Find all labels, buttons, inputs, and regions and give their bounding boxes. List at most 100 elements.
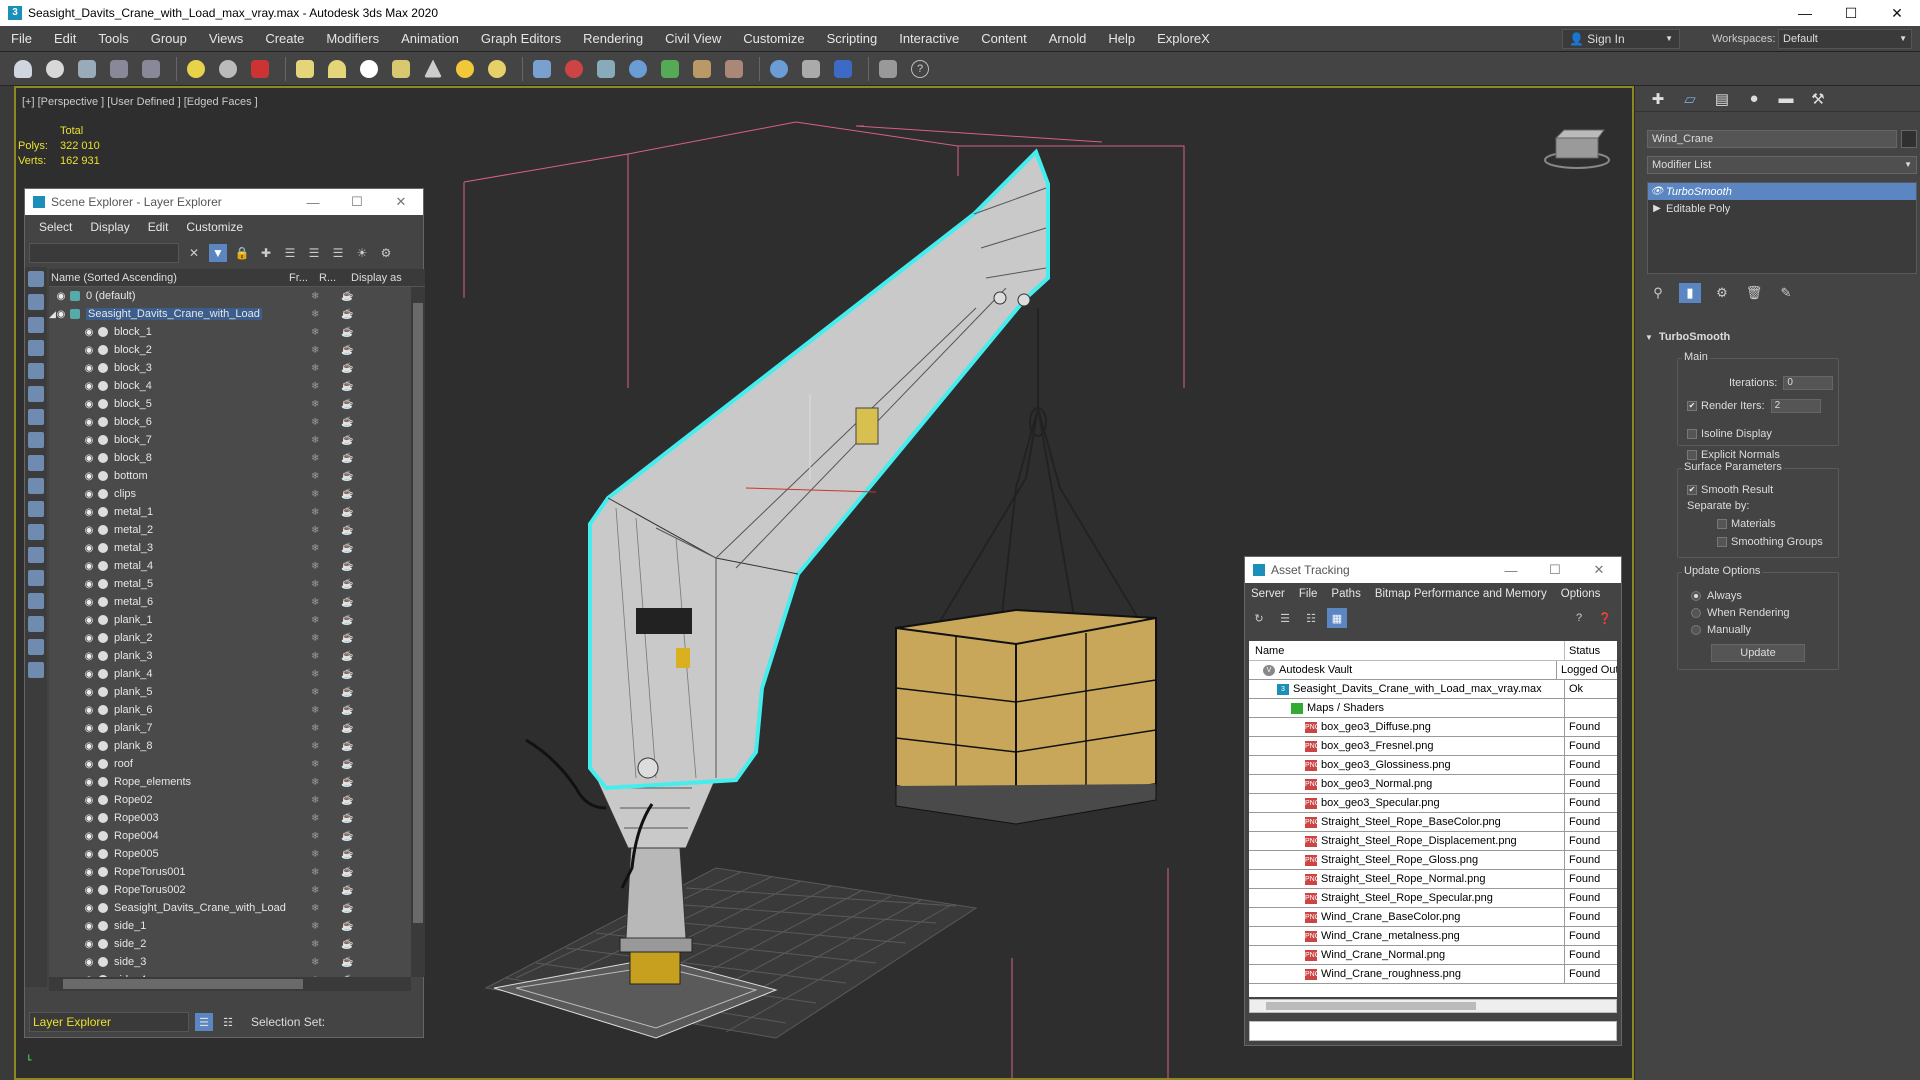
isoline-checkbox[interactable] [1687, 429, 1697, 439]
se-menu-select[interactable]: Select [39, 220, 72, 234]
close-button[interactable]: ✕ [1874, 0, 1920, 26]
table-view-icon[interactable]: ▦ [1327, 608, 1347, 628]
refresh-icon[interactable]: ↻ [1249, 608, 1269, 628]
render-teapot-icon[interactable]: ☕ [341, 759, 353, 770]
path-field[interactable] [1249, 1021, 1617, 1041]
render-teapot-icon[interactable]: ☕ [341, 687, 353, 698]
eye-icon[interactable]: ◉ [83, 903, 95, 914]
column-freeze[interactable]: Fr... [289, 272, 319, 284]
expand-arrow-icon[interactable]: ▶ [1648, 203, 1666, 214]
remove-modifier-icon[interactable]: 🗑 [1743, 283, 1765, 303]
freeze-icon[interactable]: ❄ [311, 381, 319, 392]
close-button[interactable]: ✕ [1577, 562, 1621, 578]
asset-row[interactable]: PNG box_geo3_Glossiness.png Found [1249, 755, 1617, 775]
volume-icon[interactable] [721, 56, 747, 82]
vegetation-icon[interactable] [657, 56, 683, 82]
asset-row[interactable]: 3 Seasight_Davits_Crane_with_Load_max_vra… [1249, 679, 1617, 699]
render-teapot-icon[interactable]: ☕ [341, 399, 353, 410]
layer-row[interactable]: ◉ Rope02 ❄ ☕ [49, 791, 411, 809]
display-dependents-icon[interactable] [28, 616, 44, 632]
eye-icon[interactable]: ◉ [83, 435, 95, 446]
render-teapot-icon[interactable]: ☕ [341, 453, 353, 464]
hierarchy-tab-icon[interactable]: ▤ [1709, 89, 1735, 109]
display-helpers-icon[interactable] [28, 386, 44, 402]
asset-tracking-titlebar[interactable]: Asset Tracking — ☐ ✕ [1245, 557, 1621, 583]
render-setup-icon[interactable] [106, 56, 132, 82]
eye-icon[interactable]: ◉ [83, 813, 95, 824]
workspace-dropdown[interactable]: Default ▼ [1778, 29, 1912, 49]
eye-icon[interactable]: ◉ [83, 525, 95, 536]
menu-customize[interactable]: Customize [732, 31, 815, 46]
asset-row[interactable]: PNG Wind_Crane_BaseColor.png Found [1249, 907, 1617, 927]
render-teapot-icon[interactable]: ☕ [341, 381, 353, 392]
menu-scripting[interactable]: Scripting [816, 31, 889, 46]
layer-row[interactable]: ◉ plank_2 ❄ ☕ [49, 629, 411, 647]
freeze-icon[interactable]: ❄ [311, 831, 319, 842]
minimize-button[interactable]: — [1782, 0, 1828, 26]
globe-icon[interactable] [766, 56, 792, 82]
layer-row[interactable]: ◉ Rope005 ❄ ☕ [49, 845, 411, 863]
eye-icon[interactable]: ◉ [83, 597, 95, 608]
menu-tools[interactable]: Tools [87, 31, 139, 46]
utilities-tab-icon[interactable]: ⚒ [1805, 89, 1831, 109]
menu-group[interactable]: Group [140, 31, 198, 46]
menu-graph-editors[interactable]: Graph Editors [470, 31, 572, 46]
material-editor-icon[interactable] [798, 56, 824, 82]
freeze-icon[interactable]: ❄ [311, 543, 319, 554]
render-teapot-icon[interactable]: ☕ [341, 561, 353, 572]
freeze-icon[interactable]: ❄ [311, 453, 319, 464]
layer-row[interactable]: ◉ block_3 ❄ ☕ [49, 359, 411, 377]
freeze-icon[interactable]: ❄ [311, 759, 319, 770]
layer-row[interactable]: ◉ side_1 ❄ ☕ [49, 917, 411, 935]
eye-icon[interactable]: ◉ [83, 939, 95, 950]
eye-icon[interactable]: ◉ [83, 885, 95, 896]
render-teapot-icon[interactable]: ☕ [341, 831, 353, 842]
object-color-swatch[interactable] [1901, 130, 1917, 148]
eye-icon[interactable]: ◉ [83, 867, 95, 878]
freeze-icon[interactable]: ❄ [311, 921, 319, 932]
freeze-icon[interactable]: ❄ [311, 849, 319, 860]
vray-icon[interactable] [247, 56, 273, 82]
se-menu-display[interactable]: Display [90, 220, 129, 234]
asset-row[interactable]: PNG box_geo3_Normal.png Found [1249, 774, 1617, 794]
eye-icon[interactable]: ◉ [83, 615, 95, 626]
menu-arnold[interactable]: Arnold [1038, 31, 1098, 46]
freeze-icon[interactable]: ❄ [311, 561, 319, 572]
menu-rendering[interactable]: Rendering [572, 31, 654, 46]
at-menu-server[interactable]: Server [1251, 588, 1285, 600]
render-teapot-icon[interactable]: ☕ [341, 525, 353, 536]
layer-row[interactable]: ◉ plank_7 ❄ ☕ [49, 719, 411, 737]
asset-row[interactable]: PNG Wind_Crane_metalness.png Found [1249, 926, 1617, 946]
eye-icon[interactable]: ◉ [55, 291, 67, 302]
render-teapot-icon[interactable]: ☕ [341, 921, 353, 932]
eye-icon[interactable]: ◉ [83, 651, 95, 662]
asset-row[interactable]: PNG Wind_Crane_roughness.png Found [1249, 964, 1617, 984]
make-unique-icon[interactable]: ⚙ [1711, 283, 1733, 303]
eye-icon[interactable]: ◉ [83, 723, 95, 734]
eye-icon[interactable]: ◉ [83, 831, 95, 842]
display-hidden-icon[interactable] [28, 547, 44, 563]
menu-help[interactable]: Help [1097, 31, 1146, 46]
freeze-icon[interactable]: ❄ [311, 597, 319, 608]
help-icon[interactable]: ? [907, 56, 933, 82]
freeze-icon[interactable]: ❄ [311, 867, 319, 878]
render-teapot-icon[interactable]: ☕ [341, 813, 353, 824]
render-teapot-icon[interactable]: ☕ [341, 741, 353, 752]
render-teapot-icon[interactable]: ☕ [341, 309, 353, 320]
scrollbar-thumb[interactable] [413, 303, 423, 923]
menu-views[interactable]: Views [198, 31, 254, 46]
modify-tab-icon[interactable]: ▱ [1677, 89, 1703, 109]
new-layer-icon[interactable]: ✚ [257, 244, 275, 262]
layer-row[interactable]: ◉ block_7 ❄ ☕ [49, 431, 411, 449]
layer-row[interactable]: ◉ plank_4 ❄ ☕ [49, 665, 411, 683]
display-xrefs-icon[interactable] [28, 455, 44, 471]
scrollbar-thumb[interactable] [1266, 1002, 1476, 1010]
layer-row[interactable]: ◉ plank_1 ❄ ☕ [49, 611, 411, 629]
maximize-button[interactable]: ☐ [1828, 0, 1874, 26]
scene-explorer-titlebar[interactable]: Scene Explorer - Layer Explorer — ☐ ✕ [25, 189, 423, 215]
tree-view-icon[interactable]: ☷ [1301, 608, 1321, 628]
sign-in-dropdown[interactable]: 👤 Sign In ▼ [1562, 29, 1680, 49]
render-teapot-icon[interactable]: ☕ [341, 615, 353, 626]
display-cameras-icon[interactable] [28, 363, 44, 379]
ambient-light-icon[interactable] [484, 56, 510, 82]
